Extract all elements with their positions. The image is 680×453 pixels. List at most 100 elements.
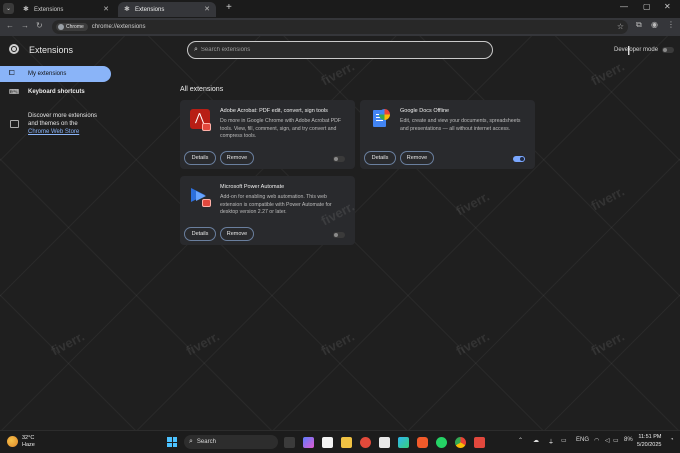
extension-name: Google Docs Offline	[400, 108, 450, 114]
temperature: 32°C	[22, 435, 35, 441]
site-chip-label: Chrome	[66, 24, 84, 30]
onedrive-icon[interactable]: ☁	[533, 437, 539, 444]
sidebar-item-label: Keyboard shortcuts	[28, 89, 85, 95]
remove-button[interactable]: Remove	[400, 151, 434, 165]
new-tab-button[interactable]: +	[226, 2, 232, 13]
taskbar-search[interactable]: ⌕ Search	[184, 435, 278, 449]
search-icon: ⌕	[194, 46, 198, 53]
all-extensions-heading: All extensions	[180, 86, 224, 93]
puzzle-icon: ⧠	[9, 70, 15, 77]
notifications-icon[interactable]: ◔	[670, 437, 674, 443]
web-store-icon	[10, 120, 19, 128]
developer-mode-label: Developer mode	[614, 47, 659, 53]
chrome-icon[interactable]	[455, 437, 466, 448]
tab-extensions-2[interactable]: ✱ Extensions ✕	[118, 2, 216, 17]
watermark: fiverr.	[453, 188, 492, 219]
window-close-icon[interactable]: ✕	[664, 2, 671, 11]
weather-widget[interactable]: 32°C Haze	[22, 435, 35, 449]
time: 11:51 PM	[638, 434, 662, 440]
weather-condition: Haze	[22, 442, 35, 448]
store-icon[interactable]	[322, 437, 333, 448]
watermark: fiverr.	[318, 328, 357, 359]
extension-name: Microsoft Power Automate	[220, 184, 285, 190]
extension-description: Add-on for enabling web automation. This…	[220, 194, 332, 215]
tab-strip: ⌄ ✱ Extensions ✕ ✱ Extensions ✕ + — ▢ ✕	[0, 0, 680, 18]
app-icon[interactable]	[360, 437, 371, 448]
windows-taskbar: 32°C Haze ⌕ Search ⌃ ☁ ⏚ ▭ ENG ◠ ◁ ▭ 8% …	[0, 430, 680, 453]
chrome-logo-icon	[9, 44, 19, 54]
search-box[interactable]: ⌕	[187, 41, 493, 59]
url-text: chrome://extensions	[91, 24, 146, 30]
maximize-icon[interactable]: ▢	[643, 2, 651, 11]
windows-start-icon[interactable]	[167, 437, 177, 447]
details-button[interactable]: Details	[184, 151, 216, 165]
watermark: fiverr.	[588, 183, 627, 214]
puzzle-icon: ✱	[124, 6, 130, 13]
page-title: Extensions	[29, 45, 74, 55]
sidebar-item-label: My extensions	[28, 71, 67, 77]
sidebar-item-keyboard-shortcuts[interactable]: ⌨ Keyboard shortcuts	[0, 84, 160, 100]
remove-button[interactable]: Remove	[220, 151, 254, 165]
clock[interactable]: 11:51 PM 5/20/2025	[637, 434, 661, 449]
acrobat-icon[interactable]	[474, 437, 485, 448]
chevron-up-icon[interactable]: ⌃	[518, 437, 523, 444]
battery-icon[interactable]: ▭	[613, 437, 619, 444]
extension-description: Do more in Google Chrome with Adobe Acro…	[220, 118, 342, 139]
notepad-icon[interactable]	[379, 437, 390, 448]
watermark: fiverr.	[588, 328, 627, 359]
watermark: fiverr.	[453, 328, 492, 359]
chrome-icon	[58, 24, 64, 30]
address-bar[interactable]: Chrome chrome://extensions ☆	[52, 20, 628, 34]
close-icon[interactable]: ✕	[204, 5, 210, 13]
profile-icon[interactable]: ◉	[651, 20, 658, 29]
discover-text: Discover more extensions and themes on t…	[28, 112, 108, 136]
whatsapp-icon[interactable]	[436, 437, 447, 448]
menu-icon[interactable]: ⋮	[667, 20, 675, 29]
extension-card-power-automate: Microsoft Power Automate Add-on for enab…	[180, 176, 355, 245]
close-icon[interactable]: ✕	[103, 5, 109, 13]
extension-name: Adobe Acrobat: PDF edit, convert, sign t…	[220, 108, 328, 114]
task-view-icon[interactable]	[284, 437, 295, 448]
date: 5/20/2025	[637, 441, 662, 448]
extension-card-acrobat: Adobe Acrobat: PDF edit, convert, sign t…	[180, 100, 355, 169]
extensions-icon[interactable]: ⧉	[636, 20, 642, 30]
language-indicator[interactable]: ENG	[576, 437, 589, 443]
tab-search-button[interactable]: ⌄	[3, 3, 14, 14]
enable-toggle[interactable]	[333, 232, 345, 238]
tab-extensions-1[interactable]: ✱ Extensions ✕	[17, 2, 115, 17]
enable-toggle[interactable]	[513, 156, 525, 162]
screen-icon[interactable]: ▭	[561, 437, 567, 444]
minimize-icon[interactable]: —	[620, 2, 628, 11]
watermark: fiverr.	[183, 328, 222, 359]
brave-icon[interactable]	[417, 437, 428, 448]
microphone-icon[interactable]: ⏚	[548, 437, 554, 446]
puzzle-icon: ✱	[23, 6, 29, 13]
details-button[interactable]: Details	[184, 227, 216, 241]
reload-icon[interactable]: ↻	[36, 21, 43, 30]
search-icon: ⌕	[189, 438, 193, 445]
tab-label: Extensions	[135, 6, 165, 13]
wifi-icon[interactable]: ◠	[594, 437, 599, 444]
details-button[interactable]: Details	[364, 151, 396, 165]
forward-icon[interactable]: →	[21, 21, 29, 30]
site-chip[interactable]: Chrome	[56, 23, 88, 31]
remove-button[interactable]: Remove	[220, 227, 254, 241]
acrobat-icon	[190, 109, 211, 131]
sidebar-item-my-extensions[interactable]: ⧠ My extensions	[0, 66, 111, 82]
watermark: fiverr.	[48, 328, 87, 359]
volume-icon[interactable]: ◁	[605, 437, 610, 444]
tab-label: Extensions	[34, 6, 64, 13]
search-input[interactable]	[200, 47, 461, 53]
chrome-web-store-link[interactable]: Chrome Web Store	[28, 129, 79, 135]
enable-toggle[interactable]	[333, 156, 345, 162]
bookmark-star-icon[interactable]: ☆	[617, 22, 624, 31]
file-explorer-icon[interactable]	[341, 437, 352, 448]
developer-mode-toggle[interactable]	[662, 47, 674, 53]
watermark: fiverr.	[318, 58, 357, 89]
discover-label: Discover more extensions and themes on t…	[28, 113, 98, 127]
weather-icon[interactable]	[7, 436, 18, 447]
copilot-icon[interactable]	[303, 437, 314, 448]
back-icon[interactable]: ←	[6, 21, 14, 30]
edge-icon[interactable]	[398, 437, 409, 448]
extension-card-google-docs: Google Docs Offline Edit, create and vie…	[360, 100, 535, 169]
